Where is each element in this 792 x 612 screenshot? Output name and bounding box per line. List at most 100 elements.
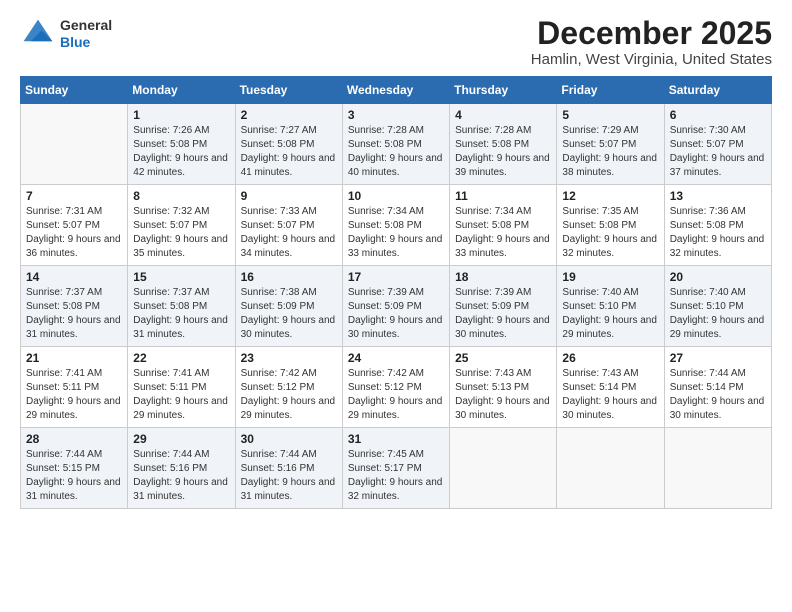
weekday-header-wednesday: Wednesday [342, 77, 449, 104]
calendar-cell: 14 Sunrise: 7:37 AMSunset: 5:08 PMDayligh… [21, 266, 128, 347]
calendar-cell: 25 Sunrise: 7:43 AMSunset: 5:13 PMDayligh… [450, 347, 557, 428]
logo-blue-text: Blue [60, 34, 112, 51]
day-number: 9 [241, 189, 337, 203]
day-detail: Sunrise: 7:30 AMSunset: 5:07 PMDaylight:… [670, 124, 766, 180]
day-detail: Sunrise: 7:29 AMSunset: 5:07 PMDaylight:… [562, 124, 658, 180]
calendar-cell: 4 Sunrise: 7:28 AMSunset: 5:08 PMDaylight… [450, 104, 557, 185]
weekday-header-thursday: Thursday [450, 77, 557, 104]
calendar-cell: 27 Sunrise: 7:44 AMSunset: 5:14 PMDayligh… [664, 347, 771, 428]
calendar-cell: 20 Sunrise: 7:40 AMSunset: 5:10 PMDayligh… [664, 266, 771, 347]
day-number: 27 [670, 351, 766, 365]
calendar-cell: 11 Sunrise: 7:34 AMSunset: 5:08 PMDayligh… [450, 185, 557, 266]
day-number: 13 [670, 189, 766, 203]
day-number: 25 [455, 351, 551, 365]
day-number: 22 [133, 351, 229, 365]
day-detail: Sunrise: 7:34 AMSunset: 5:08 PMDaylight:… [348, 205, 444, 261]
calendar-cell: 26Sunrise: 7:43 AMSunset: 5:14 PMDayligh… [557, 347, 664, 428]
calendar-cell: 17 Sunrise: 7:39 AMSunset: 5:09 PMDayligh… [342, 266, 449, 347]
calendar-cell: 15 Sunrise: 7:37 AMSunset: 5:08 PMDayligh… [128, 266, 235, 347]
calendar-cell: 22 Sunrise: 7:41 AMSunset: 5:11 PMDayligh… [128, 347, 235, 428]
day-number: 12 [562, 189, 658, 203]
day-number: 28 [26, 432, 122, 446]
calendar-cell: 6 Sunrise: 7:30 AMSunset: 5:07 PMDaylight… [664, 104, 771, 185]
calendar-cell: 13 Sunrise: 7:36 AMSunset: 5:08 PMDayligh… [664, 185, 771, 266]
calendar-cell: 3Sunrise: 7:28 AMSunset: 5:08 PMDaylight… [342, 104, 449, 185]
logo-general-text: General [60, 17, 112, 34]
day-number: 29 [133, 432, 229, 446]
day-detail: Sunrise: 7:26 AMSunset: 5:08 PMDaylight:… [133, 124, 229, 180]
weekday-header-sunday: Sunday [21, 77, 128, 104]
day-detail: Sunrise: 7:28 AMSunset: 5:08 PMDaylight:… [455, 124, 551, 180]
calendar-cell: 30 Sunrise: 7:44 AMSunset: 5:16 PMDayligh… [235, 428, 342, 509]
day-detail: Sunrise: 7:39 AMSunset: 5:09 PMDaylight:… [348, 286, 444, 342]
day-number: 15 [133, 270, 229, 284]
weekday-header-monday: Monday [128, 77, 235, 104]
day-detail: Sunrise: 7:37 AMSunset: 5:08 PMDaylight:… [26, 286, 122, 342]
day-detail: Sunrise: 7:32 AMSunset: 5:07 PMDaylight:… [133, 205, 229, 261]
month-title: December 2025 [531, 16, 772, 51]
day-number: 4 [455, 108, 551, 122]
day-detail: Sunrise: 7:28 AMSunset: 5:08 PMDaylight:… [348, 124, 444, 180]
day-number: 11 [455, 189, 551, 203]
day-number: 18 [455, 270, 551, 284]
day-detail: Sunrise: 7:43 AMSunset: 5:13 PMDaylight:… [455, 367, 551, 423]
day-detail: Sunrise: 7:38 AMSunset: 5:09 PMDaylight:… [241, 286, 337, 342]
day-detail: Sunrise: 7:33 AMSunset: 5:07 PMDaylight:… [241, 205, 337, 261]
day-number: 20 [670, 270, 766, 284]
day-number: 30 [241, 432, 337, 446]
calendar-cell: 16Sunrise: 7:38 AMSunset: 5:09 PMDayligh… [235, 266, 342, 347]
day-detail: Sunrise: 7:42 AMSunset: 5:12 PMDaylight:… [241, 367, 337, 423]
calendar-cell: 7Sunrise: 7:31 AMSunset: 5:07 PMDaylight… [21, 185, 128, 266]
calendar-cell: 5Sunrise: 7:29 AMSunset: 5:07 PMDaylight… [557, 104, 664, 185]
calendar-cell: 10 Sunrise: 7:34 AMSunset: 5:08 PMDayligh… [342, 185, 449, 266]
day-detail: Sunrise: 7:44 AMSunset: 5:15 PMDaylight:… [26, 448, 122, 504]
location-title: Hamlin, West Virginia, United States [531, 51, 772, 68]
day-number: 24 [348, 351, 444, 365]
day-detail: Sunrise: 7:36 AMSunset: 5:08 PMDaylight:… [670, 205, 766, 261]
calendar-cell: 29 Sunrise: 7:44 AMSunset: 5:16 PMDayligh… [128, 428, 235, 509]
day-detail: Sunrise: 7:31 AMSunset: 5:07 PMDaylight:… [26, 205, 122, 261]
calendar-cell [664, 428, 771, 509]
calendar-cell [21, 104, 128, 185]
calendar-cell: 31Sunrise: 7:45 AMSunset: 5:17 PMDayligh… [342, 428, 449, 509]
calendar-cell: 8 Sunrise: 7:32 AMSunset: 5:07 PMDaylight… [128, 185, 235, 266]
day-detail: Sunrise: 7:37 AMSunset: 5:08 PMDaylight:… [133, 286, 229, 342]
day-number: 17 [348, 270, 444, 284]
day-detail: Sunrise: 7:44 AMSunset: 5:16 PMDaylight:… [241, 448, 337, 504]
calendar-cell: 2Sunrise: 7:27 AMSunset: 5:08 PMDaylight… [235, 104, 342, 185]
day-detail: Sunrise: 7:44 AMSunset: 5:16 PMDaylight:… [133, 448, 229, 504]
day-detail: Sunrise: 7:43 AMSunset: 5:14 PMDaylight:… [562, 367, 658, 423]
day-detail: Sunrise: 7:45 AMSunset: 5:17 PMDaylight:… [348, 448, 444, 504]
day-detail: Sunrise: 7:44 AMSunset: 5:14 PMDaylight:… [670, 367, 766, 423]
day-number: 19 [562, 270, 658, 284]
page-header: General Blue December 2025 Hamlin, West … [20, 16, 772, 68]
logo-icon [20, 16, 56, 52]
day-detail: Sunrise: 7:40 AMSunset: 5:10 PMDaylight:… [562, 286, 658, 342]
logo: General Blue [20, 16, 112, 52]
day-number: 6 [670, 108, 766, 122]
title-block: December 2025 Hamlin, West Virginia, Uni… [531, 16, 772, 68]
weekday-header-saturday: Saturday [664, 77, 771, 104]
calendar-cell: 19 Sunrise: 7:40 AMSunset: 5:10 PMDayligh… [557, 266, 664, 347]
day-detail: Sunrise: 7:42 AMSunset: 5:12 PMDaylight:… [348, 367, 444, 423]
calendar-cell [557, 428, 664, 509]
calendar-cell [450, 428, 557, 509]
calendar-cell: 9 Sunrise: 7:33 AMSunset: 5:07 PMDaylight… [235, 185, 342, 266]
calendar-cell: 28 Sunrise: 7:44 AMSunset: 5:15 PMDayligh… [21, 428, 128, 509]
weekday-header-friday: Friday [557, 77, 664, 104]
day-detail: Sunrise: 7:39 AMSunset: 5:09 PMDaylight:… [455, 286, 551, 342]
calendar-cell: 18 Sunrise: 7:39 AMSunset: 5:09 PMDayligh… [450, 266, 557, 347]
day-number: 1 [133, 108, 229, 122]
day-detail: Sunrise: 7:34 AMSunset: 5:08 PMDaylight:… [455, 205, 551, 261]
day-detail: Sunrise: 7:40 AMSunset: 5:10 PMDaylight:… [670, 286, 766, 342]
day-detail: Sunrise: 7:41 AMSunset: 5:11 PMDaylight:… [133, 367, 229, 423]
calendar-cell: 24 Sunrise: 7:42 AMSunset: 5:12 PMDayligh… [342, 347, 449, 428]
day-number: 10 [348, 189, 444, 203]
day-number: 8 [133, 189, 229, 203]
day-number: 21 [26, 351, 122, 365]
day-detail: Sunrise: 7:27 AMSunset: 5:08 PMDaylight:… [241, 124, 337, 180]
calendar-cell: 21Sunrise: 7:41 AMSunset: 5:11 PMDayligh… [21, 347, 128, 428]
calendar-table: SundayMondayTuesdayWednesdayThursdayFrid… [20, 76, 772, 509]
calendar-cell: 23Sunrise: 7:42 AMSunset: 5:12 PMDayligh… [235, 347, 342, 428]
day-number: 14 [26, 270, 122, 284]
